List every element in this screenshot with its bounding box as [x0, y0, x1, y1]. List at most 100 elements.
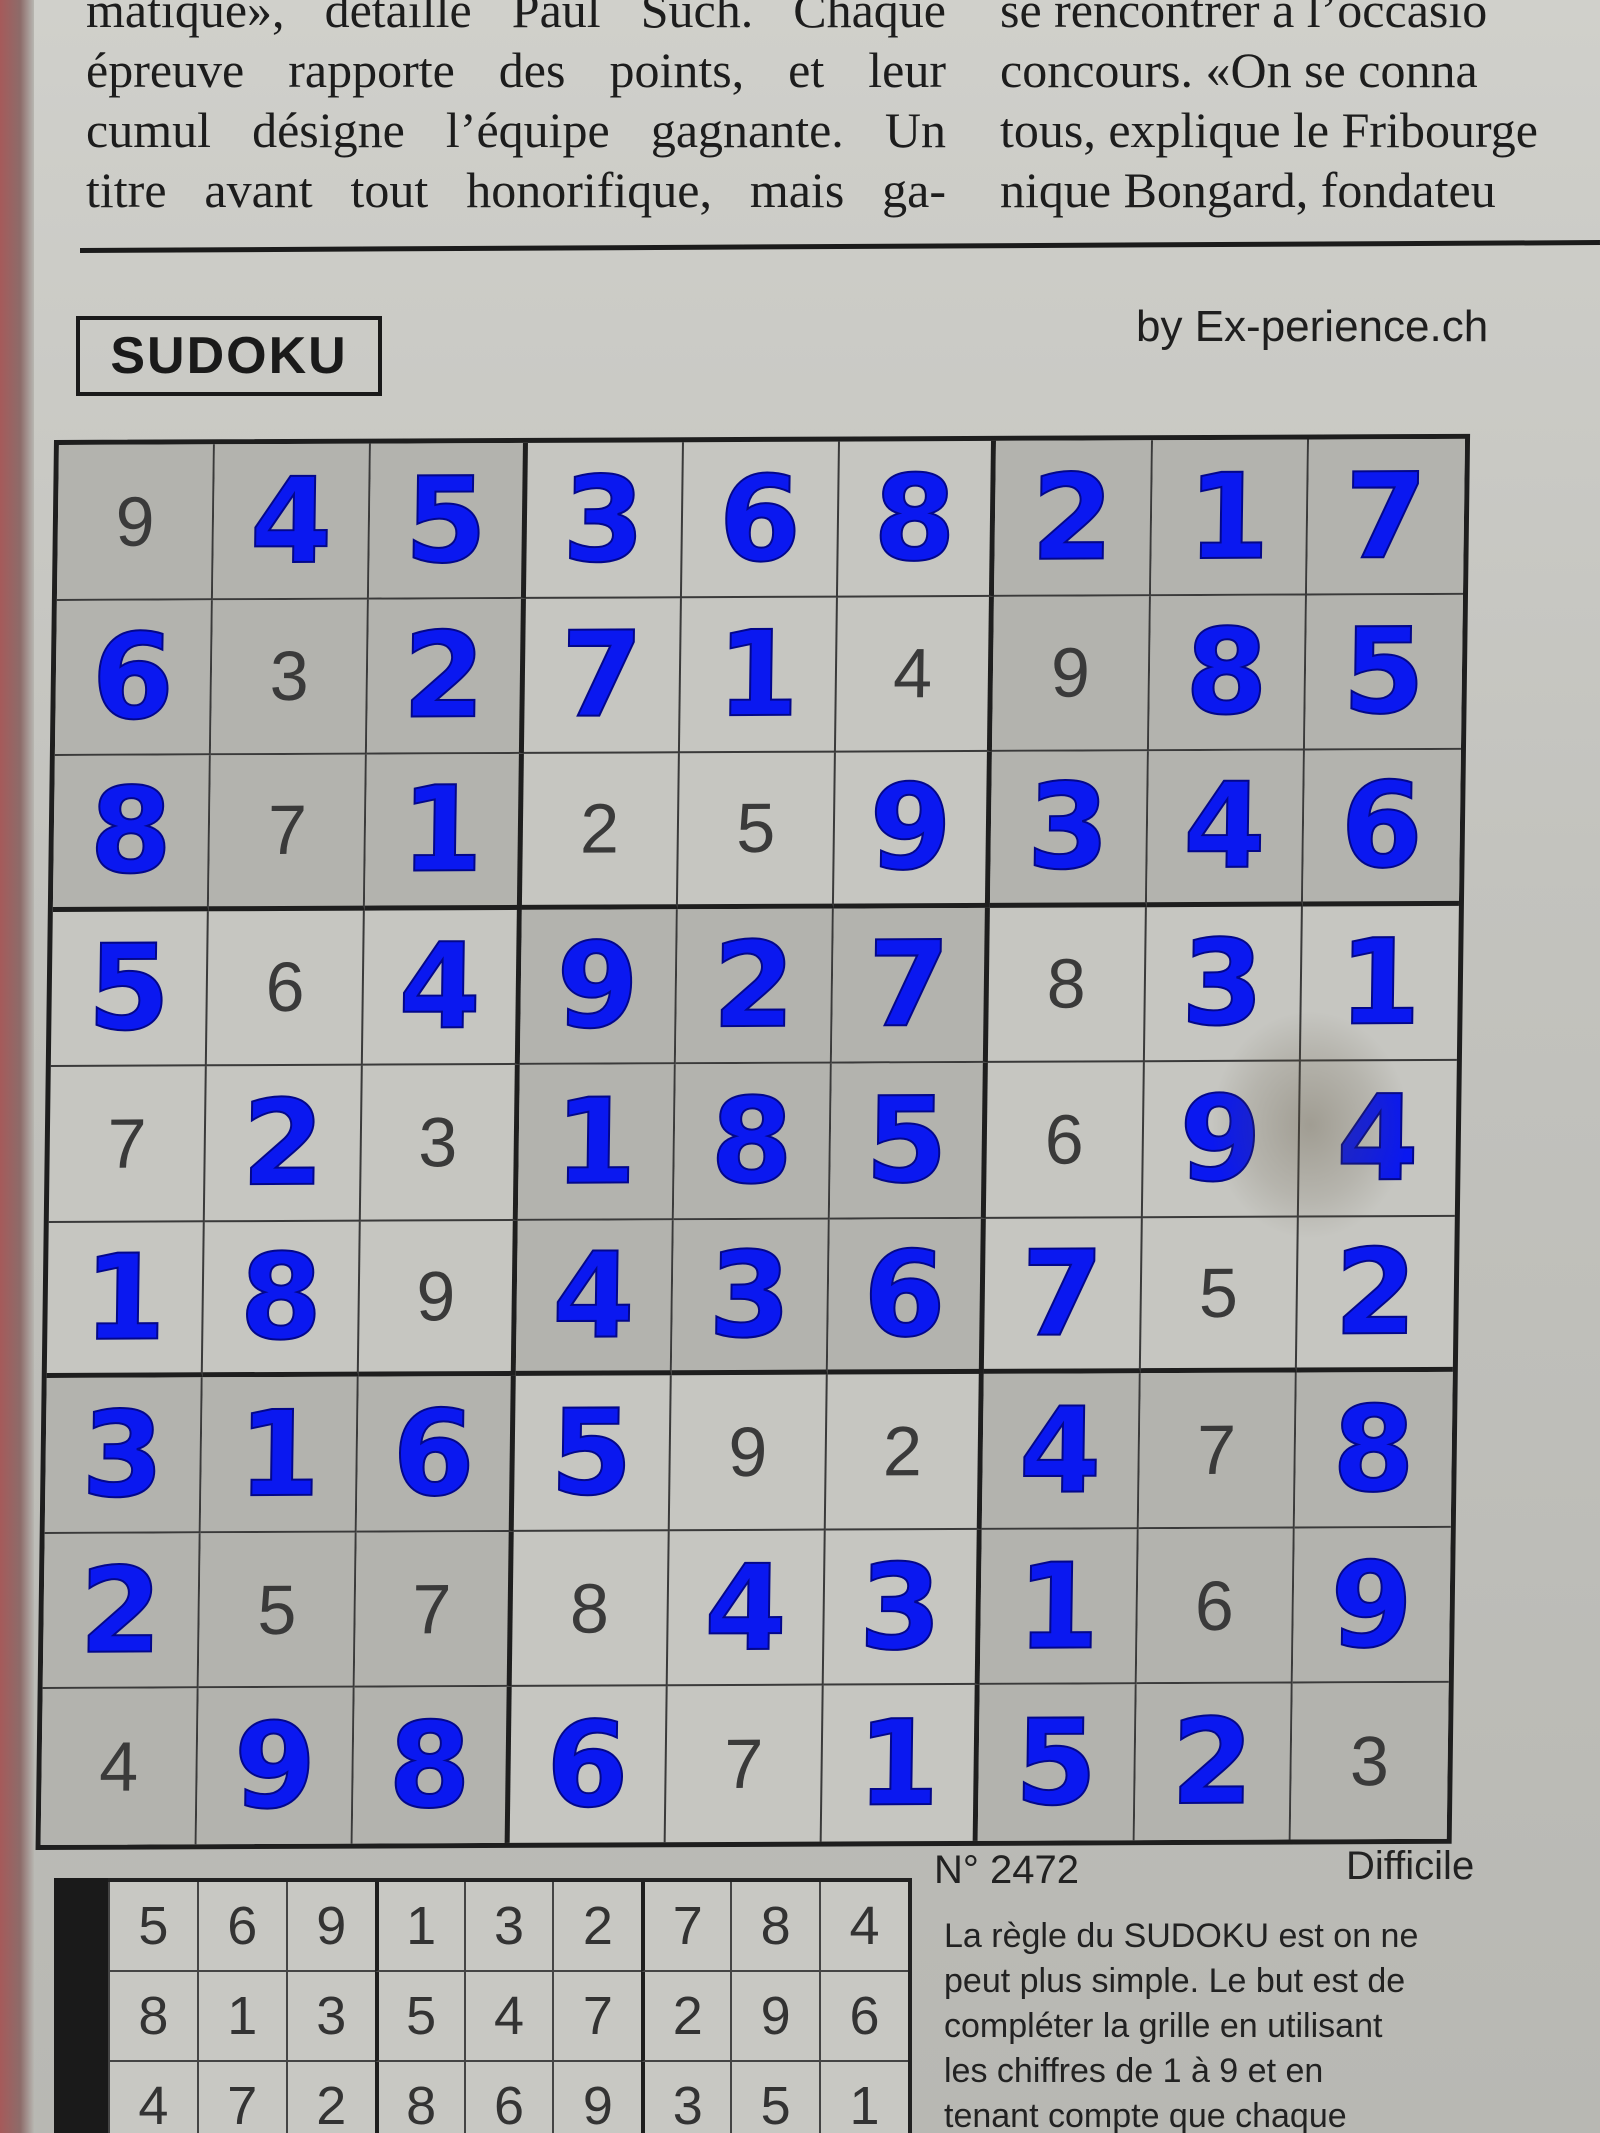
sudoku-cell[interactable]: 4	[836, 596, 995, 753]
article-column-left: matique», détaille Paul Such. Chaque épr…	[86, 0, 946, 220]
sudoku-cell[interactable]: 6	[357, 1376, 516, 1533]
sudoku-cell[interactable]: 6	[986, 1062, 1145, 1219]
sudoku-cell[interactable]: 9	[196, 1688, 356, 1845]
handwritten-digit: 7	[1019, 1223, 1105, 1363]
sudoku-cell[interactable]: 3	[990, 751, 1149, 908]
sudoku-cell[interactable]: 4	[1146, 750, 1305, 907]
sudoku-cell[interactable]: 8	[52, 755, 212, 912]
sudoku-cell[interactable]: 3	[361, 1065, 520, 1222]
sudoku-cell[interactable]: 5	[369, 442, 528, 600]
printed-digit: 9	[727, 1412, 768, 1492]
sudoku-cell[interactable]: 4	[667, 1530, 826, 1687]
sudoku-cell[interactable]: 3	[1290, 1683, 1449, 1840]
sudoku-cell[interactable]: 9	[1292, 1527, 1451, 1684]
sudoku-cell[interactable]: 1	[1150, 439, 1309, 596]
sudoku-cell[interactable]: 1	[46, 1222, 205, 1379]
solution-cell: 4	[108, 2062, 197, 2133]
article-line: tous, explique le Fribourge	[1000, 102, 1538, 158]
handwritten-digit: 6	[391, 1383, 477, 1523]
sudoku-cell[interactable]: 3	[1144, 906, 1303, 1063]
handwritten-digit: 3	[857, 1537, 943, 1677]
sudoku-cell[interactable]: 2	[1296, 1216, 1455, 1373]
handwritten-digit: 6	[717, 449, 803, 589]
sudoku-cell[interactable]: 7	[665, 1685, 824, 1843]
sudoku-cell[interactable]: 7	[48, 1066, 208, 1223]
sudoku-cell[interactable]: 2	[521, 753, 680, 910]
sudoku-cell[interactable]: 1	[517, 1064, 676, 1221]
sudoku-cell[interactable]: 2	[675, 908, 834, 1065]
sudoku-cell[interactable]: 4	[982, 1373, 1141, 1530]
sudoku-cell[interactable]: 6	[1302, 749, 1461, 907]
solution-cell: 3	[463, 1882, 553, 1972]
sudoku-cell[interactable]: 3	[44, 1377, 203, 1534]
sudoku-cell[interactable]: 4	[40, 1688, 199, 1845]
sudoku-cell[interactable]: 7	[984, 1217, 1143, 1375]
sudoku-cell[interactable]: 6	[1136, 1528, 1295, 1685]
sudoku-cell[interactable]: 8	[673, 1063, 832, 1221]
sudoku-cell[interactable]: 1	[821, 1685, 981, 1842]
sudoku-cell[interactable]: 1	[679, 597, 839, 754]
sudoku-cell[interactable]: 4	[213, 443, 372, 600]
sudoku-cell[interactable]: 8	[511, 1531, 670, 1688]
handwritten-digit: 2	[1169, 1692, 1255, 1832]
sudoku-cell[interactable]: 1	[365, 754, 524, 911]
sudoku-cell[interactable]: 5	[198, 1532, 358, 1689]
sudoku-cell[interactable]: 7	[209, 754, 368, 911]
handwritten-digit: 1	[855, 1693, 941, 1833]
sudoku-cell[interactable]: 9	[833, 751, 993, 909]
printed-digit: 9	[1050, 633, 1091, 712]
printed-digit: 7	[267, 791, 308, 870]
sudoku-cell[interactable]: 5	[977, 1684, 1137, 1841]
sudoku-cell[interactable]: 8	[988, 906, 1147, 1064]
sudoku-cell[interactable]: 7	[831, 907, 991, 1064]
sudoku-cell[interactable]: 5	[50, 910, 210, 1068]
sudoku-cell[interactable]: 8	[1148, 595, 1307, 752]
handwritten-digit: 5	[1341, 601, 1427, 741]
sudoku-cell[interactable]: 5	[829, 1063, 989, 1220]
sudoku-cell[interactable]: 2	[42, 1533, 201, 1690]
sudoku-cell[interactable]: 6	[54, 599, 214, 757]
sudoku-cell[interactable]: 1	[1300, 905, 1459, 1062]
sudoku-cell[interactable]: 9	[669, 1374, 828, 1532]
sudoku-cell[interactable]: 2	[367, 598, 526, 755]
sudoku-cell[interactable]: 1	[980, 1529, 1139, 1686]
sudoku-cell[interactable]: 6	[827, 1218, 987, 1375]
sudoku-cell[interactable]: 2	[825, 1374, 985, 1531]
sudoku-cell[interactable]: 9	[56, 444, 216, 601]
sudoku-cell[interactable]: 8	[838, 440, 997, 598]
sudoku-cell[interactable]: 5	[1304, 594, 1463, 751]
sudoku-cell[interactable]: 4	[1298, 1061, 1457, 1218]
sudoku-cell[interactable]: 9	[359, 1220, 518, 1377]
sudoku-cell[interactable]: 1	[200, 1376, 360, 1534]
sudoku-cell[interactable]: 2	[204, 1065, 364, 1223]
article-line: épreuve rapporte des points, et leur	[86, 42, 946, 98]
sudoku-cell[interactable]: 9	[1142, 1061, 1301, 1218]
sudoku-cell[interactable]: 5	[1140, 1217, 1299, 1374]
sudoku-cell[interactable]: 4	[363, 909, 522, 1066]
sudoku-cell[interactable]: 3	[671, 1219, 830, 1376]
sudoku-cell[interactable]: 6	[207, 910, 366, 1067]
printed-digit: 9	[415, 1257, 456, 1336]
sudoku-cell[interactable]: 9	[519, 908, 678, 1066]
sudoku-cell[interactable]: 8	[1294, 1372, 1453, 1529]
handwritten-digit: 9	[232, 1696, 318, 1836]
sudoku-cell[interactable]: 6	[509, 1686, 668, 1843]
sudoku-cell[interactable]: 7	[1306, 438, 1466, 596]
sudoku-cell[interactable]: 2	[1134, 1683, 1293, 1841]
sudoku-cell[interactable]: 3	[823, 1529, 983, 1686]
sudoku-cell[interactable]: 7	[355, 1531, 514, 1689]
article-line: se rencontrer à l’occasio	[1000, 0, 1488, 38]
sudoku-cell[interactable]: 8	[202, 1221, 362, 1378]
sudoku-cell[interactable]: 2	[994, 440, 1153, 597]
sudoku-cell[interactable]: 7	[523, 597, 682, 755]
sudoku-cell[interactable]: 5	[677, 752, 837, 909]
handwritten-digit: 2	[711, 915, 797, 1055]
sudoku-cell[interactable]: 9	[992, 595, 1151, 752]
sudoku-cell[interactable]: 8	[353, 1687, 512, 1844]
sudoku-cell[interactable]: 5	[513, 1375, 672, 1532]
sudoku-cell[interactable]: 3	[211, 599, 370, 756]
sudoku-cell[interactable]: 6	[681, 441, 841, 598]
sudoku-cell[interactable]: 3	[525, 442, 684, 599]
sudoku-cell[interactable]: 7	[1138, 1372, 1297, 1530]
sudoku-cell[interactable]: 4	[515, 1220, 674, 1377]
